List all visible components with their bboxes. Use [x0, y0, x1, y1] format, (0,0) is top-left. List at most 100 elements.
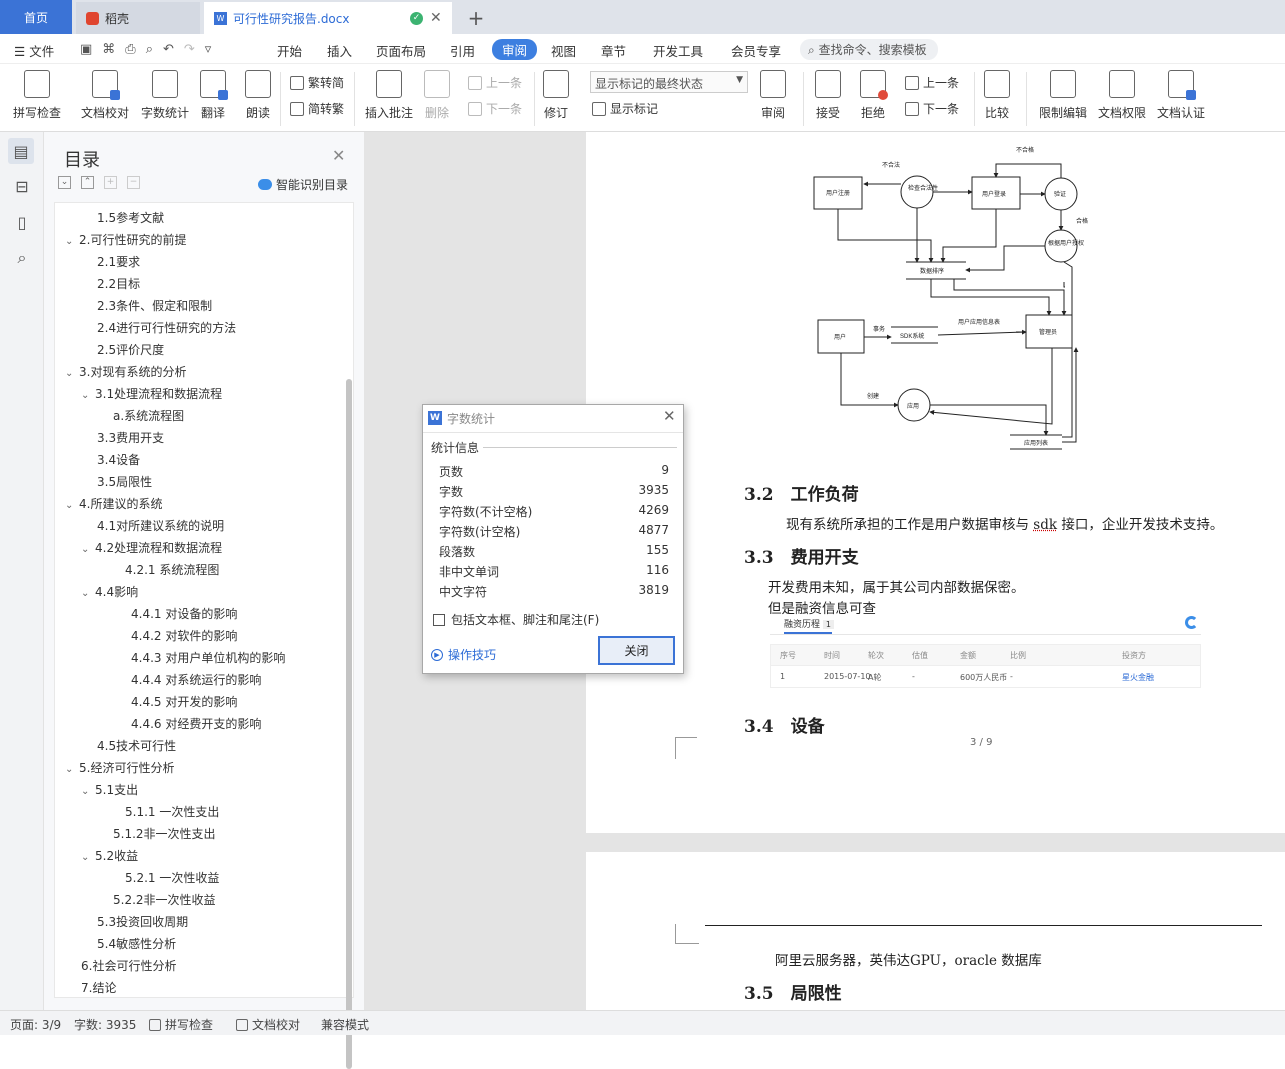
next-comment-button[interactable]: 下一条 — [468, 100, 522, 117]
menu-start[interactable]: 开始 — [277, 41, 302, 60]
spell-check-button[interactable]: 拼写检查 — [13, 70, 61, 121]
undo-icon[interactable]: ↶ — [163, 42, 174, 57]
print-preview-icon[interactable]: ⌕ — [146, 42, 153, 57]
collapse-all-icon[interactable]: ⌃ — [81, 176, 94, 189]
toc-item[interactable]: 4.4.3 对用户单位机构的影响 — [131, 649, 285, 666]
toc-item[interactable]: 2.3条件、假定和限制 — [97, 297, 212, 314]
toc-item[interactable]: ⌄ 5.经济可行性分析 — [65, 759, 174, 776]
toc-item[interactable]: 5.2.2非一次性收益 — [113, 891, 216, 908]
toc-item[interactable]: 6.社会可行性分析 — [81, 957, 176, 974]
toc-item[interactable]: ⌄ 2.可行性研究的前提 — [65, 231, 186, 248]
menu-references[interactable]: 引用 — [450, 41, 475, 60]
menu-member[interactable]: 会员专享 — [731, 41, 781, 60]
tab-home[interactable]: 首页 — [0, 0, 72, 34]
toc-item[interactable]: 5.4敏感性分析 — [97, 935, 176, 952]
dialog-close-button[interactable]: 关闭 — [598, 636, 675, 665]
chevron-down-icon[interactable]: ⌄ — [65, 500, 79, 511]
toc-item[interactable]: a.系统流程图 — [113, 407, 184, 424]
menu-layout[interactable]: 页面布局 — [376, 41, 426, 60]
translate-button[interactable]: 翻译 — [200, 70, 226, 121]
chevron-down-icon[interactable]: ⌄ — [81, 544, 95, 555]
toc-item[interactable]: 4.4.4 对系统运行的影响 — [131, 671, 261, 688]
format-painter-icon[interactable]: ⌘ — [102, 42, 115, 57]
read-aloud-button[interactable]: 朗读 — [245, 70, 271, 121]
remove-heading-icon[interactable]: − — [127, 176, 140, 189]
redo-icon[interactable]: ↷ — [184, 42, 195, 57]
toc-item[interactable]: 4.4.1 对设备的影响 — [131, 605, 237, 622]
markup-state-select[interactable]: 显示标记的最终状态 ▼ — [590, 71, 748, 93]
tab-document[interactable]: W 可行性研究报告.docx ✓ ✕ — [204, 2, 452, 34]
toc-item[interactable]: 2.4进行可行性研究的方法 — [97, 319, 236, 336]
find-icon[interactable]: ⌕ — [12, 248, 32, 268]
financing-data-cell[interactable]: 星火金融 — [1122, 672, 1154, 683]
doc-proof-button[interactable]: 文档校对 — [81, 70, 129, 121]
bookmark-icon[interactable]: ▯ — [12, 212, 32, 232]
status-spell-check[interactable]: 拼写检查 — [149, 1016, 213, 1033]
menu-review[interactable]: 审阅 — [492, 39, 537, 60]
menu-insert[interactable]: 插入 — [327, 41, 352, 60]
toc-item[interactable]: 4.4.5 对开发的影响 — [131, 693, 237, 710]
word-count-button[interactable]: 字数统计 — [141, 70, 189, 121]
chevron-down-icon[interactable]: ⌄ — [65, 764, 79, 775]
add-heading-icon[interactable]: + — [104, 176, 117, 189]
insert-comment-button[interactable]: 插入批注 — [365, 70, 413, 121]
toc-item[interactable]: 1.5参考文献 — [97, 209, 164, 226]
toc-scrollbar[interactable] — [346, 379, 352, 1069]
status-words[interactable]: 字数: 3935 — [74, 1016, 136, 1033]
show-markup-button[interactable]: 显示标记 — [592, 100, 658, 117]
toc-item[interactable]: 5.1.1 一次性支出 — [125, 803, 219, 820]
toc-item[interactable]: 4.4.2 对软件的影响 — [131, 627, 237, 644]
chevron-down-icon[interactable]: ⌄ — [81, 390, 95, 401]
compare-button[interactable]: 比较 — [984, 70, 1010, 121]
toc-item[interactable]: 3.3费用开支 — [97, 429, 164, 446]
toc-item[interactable]: ⌄ 4.4影响 — [81, 583, 138, 600]
restrict-edit-button[interactable]: 限制编辑 — [1039, 70, 1087, 121]
track-changes-button[interactable]: 修订 — [543, 70, 569, 121]
toc-item[interactable]: 4.5技术可行性 — [97, 737, 176, 754]
chevron-down-icon[interactable]: ⌄ — [81, 852, 95, 863]
file-menu[interactable]: ☰ 文件 — [14, 41, 54, 60]
command-search[interactable]: ⌕ 查找命令、搜索模板 — [800, 39, 938, 60]
toc-item[interactable]: 4.4.6 对经费开支的影响 — [131, 715, 261, 732]
toc-item[interactable]: ⌄ 5.2收益 — [81, 847, 138, 864]
status-page[interactable]: 页面: 3/9 — [10, 1016, 61, 1033]
print-icon[interactable]: ⎙ — [125, 42, 135, 57]
chevron-down-icon[interactable]: ⌄ — [81, 786, 95, 797]
new-tab-button[interactable]: + — [458, 2, 494, 34]
toc-item[interactable]: ⌄ 5.1支出 — [81, 781, 138, 798]
outline-icon[interactable]: ⊟ — [12, 176, 32, 196]
simp-to-trad-button[interactable]: 简转繁 — [290, 100, 344, 117]
smart-toc-button[interactable]: 智能识别目录 — [258, 176, 348, 193]
save-icon[interactable]: ▣ — [80, 42, 92, 57]
toc-item[interactable]: 7.结论 — [81, 979, 116, 996]
customize-icon[interactable]: ▿ — [205, 42, 212, 57]
delete-comment-button[interactable]: 删除 — [424, 70, 450, 121]
toc-item[interactable]: 2.2目标 — [97, 275, 140, 292]
close-icon[interactable]: ✕ — [332, 146, 345, 165]
toc-item[interactable]: ⌄ 4.所建议的系统 — [65, 495, 162, 512]
chevron-down-icon[interactable]: ⌄ — [65, 368, 79, 379]
toc-item[interactable]: 5.3投资回收周期 — [97, 913, 188, 930]
chevron-down-icon[interactable]: ⌄ — [65, 236, 79, 247]
tips-link[interactable]: ▶ 操作技巧 — [431, 646, 496, 663]
close-tab-icon[interactable]: ✕ — [430, 10, 442, 26]
close-icon[interactable]: ✕ — [663, 407, 676, 425]
accept-button[interactable]: 接受 — [815, 70, 841, 121]
menu-view[interactable]: 视图 — [551, 41, 576, 60]
prev-comment-button[interactable]: 上一条 — [468, 74, 522, 91]
toc-item[interactable]: 3.4设备 — [97, 451, 140, 468]
toc-item[interactable]: ⌄ 4.2处理流程和数据流程 — [81, 539, 222, 556]
menu-chapter[interactable]: 章节 — [601, 41, 626, 60]
expand-all-icon[interactable]: ⌄ — [58, 176, 71, 189]
doc-certify-button[interactable]: 文档认证 — [1157, 70, 1205, 121]
tab-daoke[interactable]: 稻壳 — [76, 2, 200, 34]
next-change-button[interactable]: 下一条 — [905, 100, 959, 117]
prev-change-button[interactable]: 上一条 — [905, 74, 959, 91]
toc-item[interactable]: 4.1对所建议系统的说明 — [97, 517, 224, 534]
toc-item[interactable]: 3.5局限性 — [97, 473, 152, 490]
toc-item[interactable]: 2.5评价尺度 — [97, 341, 164, 358]
toc-item[interactable]: ⌄ 3.1处理流程和数据流程 — [81, 385, 222, 402]
toc-item[interactable]: 5.1.2非一次性支出 — [113, 825, 216, 842]
trad-to-simp-button[interactable]: 繁转简 — [290, 74, 344, 91]
include-textbox-checkbox[interactable]: 包括文本框、脚注和尾注(F) — [433, 611, 599, 628]
